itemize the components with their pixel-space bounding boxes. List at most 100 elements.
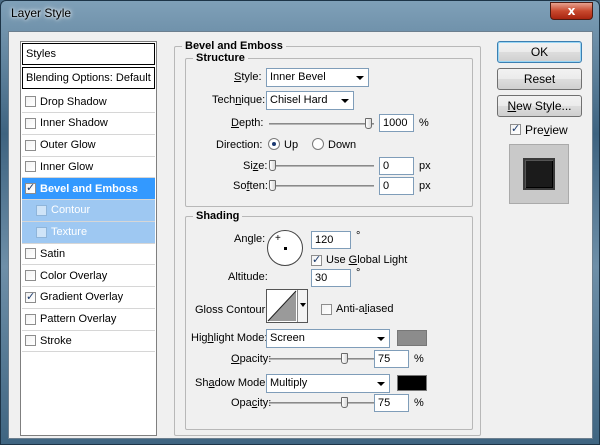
chevron-down-icon [377, 382, 385, 386]
depth-label: Depth: [231, 117, 264, 129]
size-slider-thumb[interactable] [269, 160, 276, 171]
highlight-opacity-label: Opacity: [231, 353, 272, 365]
shading-group: Shading Angle: + 120 ° Use Global Light … [185, 210, 473, 430]
style-item-bevel-and-emboss[interactable]: Bevel and Emboss [22, 178, 155, 200]
close-button[interactable]: x [550, 2, 593, 20]
highlight-opacity-thumb[interactable] [341, 353, 348, 364]
gloss-contour-label: Gloss Contour: [195, 304, 269, 316]
title-bar[interactable]: Layer Style x [1, 1, 599, 29]
shadow-mode-label: Shadow Mode: [195, 377, 269, 389]
size-slider[interactable] [269, 160, 374, 171]
depth-slider[interactable] [269, 118, 374, 129]
depth-slider-thumb[interactable] [365, 118, 372, 129]
gloss-contour-picker[interactable] [266, 289, 308, 323]
anti-aliased-checkbox[interactable] [321, 304, 332, 315]
style-item-checkbox[interactable] [25, 335, 36, 347]
style-item-stroke[interactable]: Stroke [22, 330, 155, 353]
angle-label: Angle: [234, 233, 266, 245]
style-item-checkbox[interactable] [25, 313, 36, 325]
dialog-client: Styles Blending Options: Default Drop Sh… [8, 31, 593, 439]
style-item-label: Pattern Overlay [40, 313, 117, 325]
depth-unit: % [419, 117, 429, 129]
style-preview-thumbnail [509, 144, 569, 204]
shadow-opacity-input[interactable]: 75 [374, 394, 409, 412]
depth-input[interactable]: 1000 [379, 114, 414, 132]
highlight-opacity-slider[interactable] [269, 353, 374, 364]
soften-slider[interactable] [269, 180, 374, 191]
shadow-opacity-unit: % [414, 397, 424, 409]
soften-input[interactable]: 0 [379, 177, 414, 195]
new-style-button[interactable]: New Style... [497, 95, 582, 117]
style-item-gradient-overlay[interactable]: Gradient Overlay [22, 287, 155, 309]
size-unit: px [419, 160, 431, 172]
style-value: Inner Bevel [270, 71, 326, 83]
technique-dropdown[interactable]: Chisel Hard [266, 91, 354, 110]
bevel-emboss-title: Bevel and Emboss [182, 40, 286, 52]
altitude-label: Altitude: [228, 271, 268, 283]
styles-list: Styles Blending Options: Default Drop Sh… [20, 41, 157, 436]
style-item-pattern-overlay[interactable]: Pattern Overlay [22, 309, 155, 331]
style-item-contour[interactable]: Contour [22, 199, 155, 222]
styles-header[interactable]: Styles [22, 43, 155, 65]
blending-options-header[interactable]: Blending Options: Default [22, 67, 155, 89]
style-item-checkbox[interactable] [36, 226, 47, 238]
shadow-mode-dropdown[interactable]: Multiply [266, 374, 390, 393]
style-item-checkbox[interactable] [36, 204, 47, 216]
preview-label: Preview [525, 123, 568, 137]
style-item-checkbox[interactable] [25, 161, 36, 173]
contour-dropdown-toggle[interactable] [297, 290, 307, 322]
style-item-label: Satin [40, 247, 66, 260]
style-item-drop-shadow[interactable]: Drop Shadow [22, 91, 155, 113]
style-item-label: Stroke [40, 334, 72, 347]
shadow-color-swatch[interactable] [397, 375, 427, 391]
reset-button[interactable]: Reset [497, 68, 582, 90]
layer-style-window: Layer Style x Styles Blending Options: D… [0, 0, 600, 445]
style-item-checkbox[interactable] [25, 290, 36, 303]
style-item-color-overlay[interactable]: Color Overlay [22, 265, 155, 287]
style-item-checkbox[interactable] [25, 181, 36, 194]
direction-down-radio[interactable] [312, 138, 324, 150]
crosshair-icon: + [275, 233, 281, 244]
shading-title: Shading [193, 210, 243, 222]
shadow-opacity-slider[interactable] [269, 397, 374, 408]
direction-label: Direction: [216, 139, 263, 151]
structure-title: Structure [193, 52, 248, 64]
direction-up-radio[interactable] [268, 138, 280, 150]
style-item-checkbox[interactable] [25, 248, 36, 260]
style-item-label: Inner Shadow [40, 117, 108, 130]
altitude-input[interactable]: 30 [311, 269, 351, 287]
bevel-emboss-group: Bevel and Emboss Structure Style: Inner … [174, 40, 481, 436]
style-label: Style: [234, 71, 262, 83]
style-item-texture[interactable]: Texture [22, 221, 155, 244]
style-item-label: Outer Glow [40, 139, 96, 151]
style-item-checkbox[interactable] [25, 139, 36, 151]
style-item-label: Drop Shadow [40, 95, 107, 108]
size-input[interactable]: 0 [379, 157, 414, 175]
style-item-checkbox[interactable] [25, 117, 36, 129]
style-item-outer-glow[interactable]: Outer Glow [22, 135, 155, 157]
technique-value: Chisel Hard [270, 94, 328, 106]
shadow-opacity-thumb[interactable] [341, 397, 348, 408]
highlight-opacity-input[interactable]: 75 [374, 350, 409, 368]
style-item-satin[interactable]: Satin [22, 243, 155, 266]
style-item-checkbox[interactable] [25, 96, 36, 107]
preview-swatch [523, 158, 555, 190]
style-dropdown[interactable]: Inner Bevel [266, 68, 369, 87]
chevron-down-icon [300, 303, 306, 307]
size-label: Size: [243, 160, 268, 172]
angle-dial[interactable]: + [267, 230, 303, 266]
style-item-label: Bevel and Emboss [40, 182, 138, 195]
angle-input[interactable]: 120 [311, 231, 351, 249]
style-item-inner-shadow[interactable]: Inner Shadow [22, 113, 155, 135]
style-item-inner-glow[interactable]: Inner Glow [22, 156, 155, 179]
chevron-down-icon [341, 99, 349, 103]
highlight-mode-dropdown[interactable]: Screen [266, 329, 390, 348]
direction-down-label: Down [328, 139, 357, 151]
style-item-label: Gradient Overlay [40, 291, 124, 304]
style-item-checkbox[interactable] [25, 270, 36, 281]
use-global-light-checkbox[interactable] [311, 253, 322, 266]
soften-slider-thumb[interactable] [269, 180, 276, 191]
highlight-color-swatch[interactable] [397, 330, 427, 346]
ok-button[interactable]: OK [497, 41, 582, 63]
preview-checkbox[interactable] [510, 122, 521, 135]
